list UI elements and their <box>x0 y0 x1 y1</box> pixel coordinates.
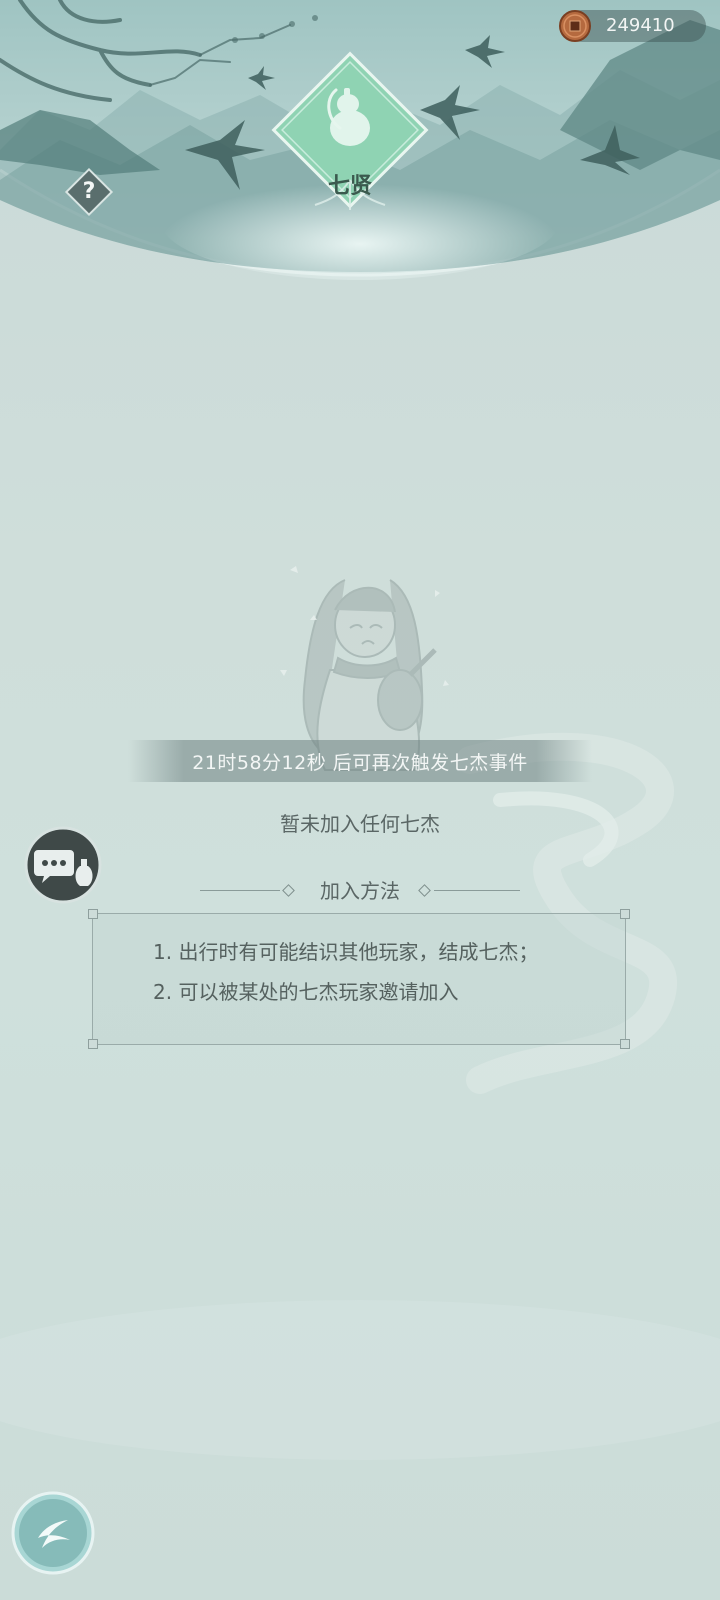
join-method-item: 2. 可以被某处的七杰玩家邀请加入 <box>153 980 459 1004</box>
join-method-header: 加入方法 <box>200 874 520 908</box>
box-corner <box>88 909 98 919</box>
chat-bubble-icon <box>24 826 102 904</box>
currency-value: 249410 <box>606 15 675 36</box>
emblem-label: 七贤 <box>327 173 372 199</box>
header-landscape: 七贤 ? 249410 <box>0 0 720 290</box>
join-method-list: 1. 出行时有可能结识其他玩家，结成七杰； 2. 可以被某处的七杰玩家邀请加入 <box>153 932 538 1012</box>
box-corner <box>620 909 630 919</box>
join-method-item: 1. 出行时有可能结识其他玩家，结成七杰； <box>153 940 539 964</box>
back-button[interactable] <box>10 1490 96 1576</box>
box-corner <box>620 1039 630 1049</box>
title-divider-right <box>434 890 520 891</box>
chat-button[interactable] <box>24 826 102 904</box>
join-method-box: 1. 出行时有可能结识其他玩家，结成七杰； 2. 可以被某处的七杰玩家邀请加入 <box>88 909 630 1049</box>
help-button[interactable]: ? <box>64 167 114 217</box>
join-method-title: 加入方法 <box>320 879 400 903</box>
box-corner <box>88 1039 98 1049</box>
cooldown-text: 21时58分12秒 后可再次触发七杰事件 <box>192 751 528 774</box>
help-symbol: ? <box>82 179 96 204</box>
cooldown-banner: 21时58分12秒 后可再次触发七杰事件 <box>128 740 592 782</box>
back-arrow-icon <box>11 1491 95 1575</box>
currency-display: 249410 <box>559 10 706 42</box>
membership-status: 暂未加入任何七杰 <box>280 812 440 836</box>
copper-coin-icon <box>559 10 591 42</box>
